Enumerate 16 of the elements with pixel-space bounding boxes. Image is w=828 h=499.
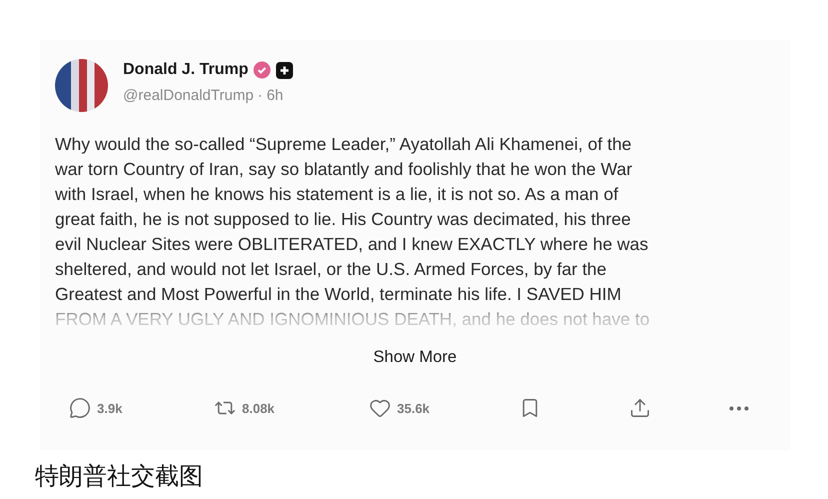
plus-badge-icon bbox=[276, 62, 294, 78]
post-text: Why would the so-called “Supreme Leader,” Ayatollah Ali Khamenei, of the war torn Country of Iran, say so blatantly and foolishly that he won the War with Israel, when he knows his statement is a lie, it is not so. As a man of great faith, he is not supposed to lie. His Country was decimated, his three evil Nuclear Sites were OBLITERATED, and I knew EXACTLY where he was sheltered, and would not let Israel, or the U.S. Armed Forces, by far the Greatest and Most Powerful in the World, terminate his life. I SAVED HIM FROM A VERY UGLY AND IGNOMINIOUS DEATH, and he does not have to bbox=[55, 133, 651, 331]
repost-button[interactable]: 8.08k bbox=[214, 397, 369, 419]
reply-button[interactable]: 3.9k bbox=[69, 397, 214, 419]
verified-badge-icon bbox=[253, 61, 272, 79]
author-name[interactable]: Donald J. Trump bbox=[123, 61, 248, 79]
post-time: 6h bbox=[266, 87, 284, 104]
upload-icon bbox=[629, 397, 651, 419]
speech-bubble-icon bbox=[69, 397, 91, 419]
author-handle[interactable]: @realDonaldTrump bbox=[123, 87, 254, 104]
more-icon bbox=[729, 406, 749, 410]
heart-icon bbox=[369, 397, 391, 419]
show-more-button[interactable]: Show More bbox=[365, 344, 465, 371]
separator-dot: · bbox=[258, 87, 263, 104]
caption-text: 特朗普社交截图 bbox=[35, 462, 203, 492]
like-button[interactable]: 35.6k bbox=[369, 397, 519, 419]
